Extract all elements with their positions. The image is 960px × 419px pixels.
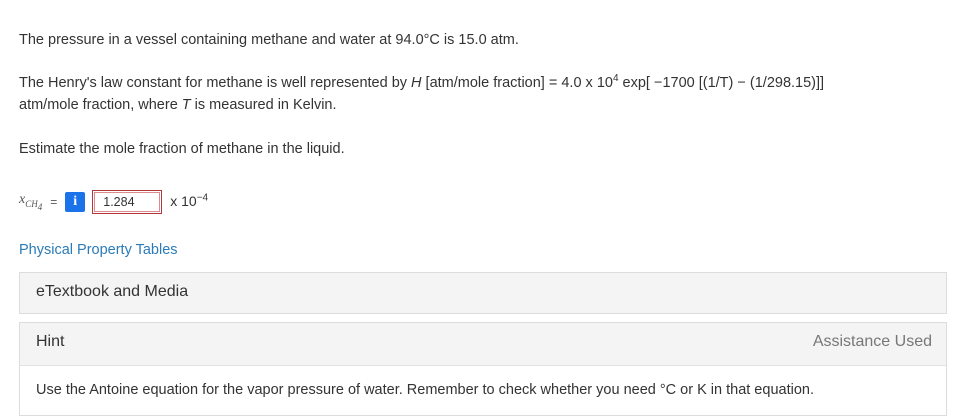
hint-title: Hint <box>36 333 65 350</box>
etextbook-panel[interactable]: eTextbook and Media <box>19 272 947 314</box>
answer-variable-label: xCH4 <box>19 192 42 212</box>
henry-text-b: [atm/mole fraction] = 4.0 x 10 <box>421 75 613 91</box>
unit-exponent: −4 <box>196 192 209 204</box>
question-line-estimate: Estimate the mole fraction of methane in… <box>19 141 345 157</box>
question-line-henry: The Henry's law constant for methane is … <box>19 72 939 116</box>
henry-text-e: is measured in Kelvin. <box>190 97 337 113</box>
answer-unit: x 10−4 <box>170 193 208 209</box>
question-line-pressure: The pressure in a vessel containing meth… <box>19 32 519 48</box>
hint-header[interactable]: Hint Assistance Used <box>20 323 946 366</box>
physical-property-tables-link[interactable]: Physical Property Tables <box>19 242 178 258</box>
etextbook-title: eTextbook and Media <box>36 283 189 300</box>
answer-row: xCH4 = i 1.284 x 10−4 <box>19 188 208 216</box>
assistance-used-label: Assistance Used <box>812 333 932 350</box>
henry-text-d: atm/mole fraction, where <box>19 97 182 113</box>
answer-input[interactable]: 1.284 <box>92 190 163 214</box>
henry-symbol: H <box>411 75 422 91</box>
hint-panel: Hint Assistance Used Use the Antoine equ… <box>19 322 947 416</box>
hint-body: Use the Antoine equation for the vapor p… <box>36 382 814 398</box>
info-icon[interactable]: i <box>65 192 86 212</box>
subscript-text: CH <box>25 199 38 209</box>
henry-text-c: exp[ −1700 [(1/T) − (1/298.15)]] <box>618 75 825 91</box>
temperature-symbol: T <box>181 97 191 113</box>
henry-text-a: The Henry's law constant for methane is … <box>19 75 412 91</box>
equals-sign: = <box>50 195 58 209</box>
variable-subscript: CH4 <box>25 199 43 212</box>
subscript-subscript: 4 <box>37 201 43 212</box>
unit-prefix: x 10 <box>170 193 197 209</box>
